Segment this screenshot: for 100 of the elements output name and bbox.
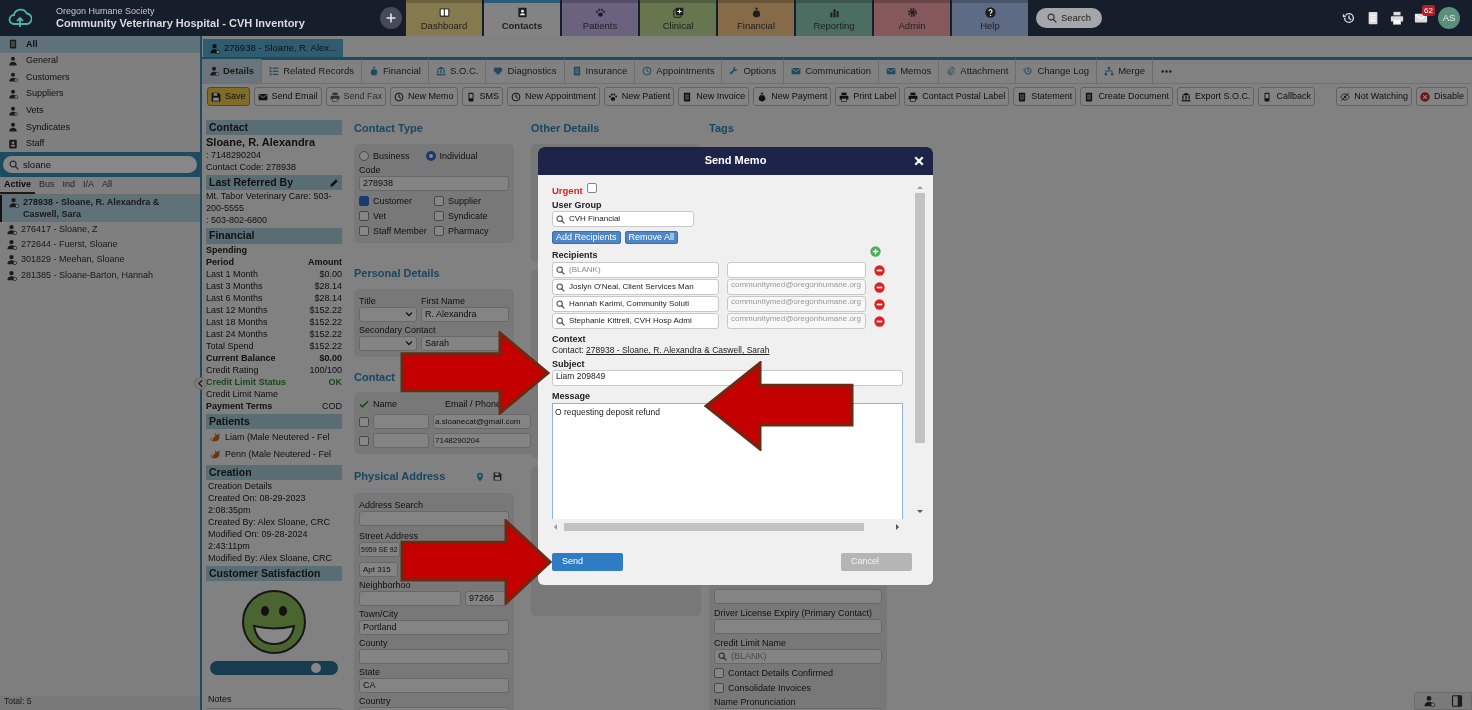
category-item[interactable]: Syndicates [0,118,200,136]
module-tab[interactable]: Admin [874,0,950,36]
email-field[interactable]: communitymed@oregonhumane.org [727,279,866,296]
printer-icon[interactable] [1390,11,1404,25]
neighborhood-field[interactable] [359,591,461,607]
role-checkbox[interactable]: Vet [359,209,434,222]
document-icon[interactable] [1366,11,1380,25]
remove-all-button[interactable]: Remove All [624,231,679,245]
name-field[interactable] [373,414,429,430]
filter-tab[interactable]: Bus [35,177,59,195]
minus-circle-icon[interactable] [874,264,885,276]
date-field[interactable] [714,618,882,634]
toolbar-button[interactable]: Disable [1416,87,1468,107]
contact-list-item[interactable]: 272644 - Fuerst, Sloane [0,237,200,253]
toolbar-button[interactable]: Create Document [1080,87,1173,107]
module-tab[interactable]: Contacts [484,0,560,36]
section-tab[interactable]: Financial [361,59,429,84]
email-field[interactable]: communitymed@oregonhumane.org [727,313,866,330]
message-field[interactable]: O requesting deposit refund [552,402,903,519]
patient-link[interactable]: Liam (Male Neutered - Fel [225,430,330,443]
county-field[interactable] [359,649,509,665]
toolbar-button[interactable]: Send Email [253,87,322,107]
horizontal-scrollbar[interactable] [552,522,902,532]
slider-thumb[interactable] [311,662,322,673]
filter-tab[interactable]: Ind [58,177,80,195]
radio-option[interactable]: Business [359,149,410,162]
email-field[interactable] [727,262,866,279]
category-item[interactable]: All [0,36,200,53]
contact-value-field[interactable]: 7148290204 [433,433,531,449]
minus-circle-icon[interactable] [874,298,885,310]
user-avatar[interactable]: AS [1438,7,1460,29]
module-tab[interactable]: Patients [562,0,638,36]
section-tab[interactable]: Attachment [939,59,1017,84]
module-tab[interactable]: Financial [718,0,794,36]
section-tab[interactable]: Details [202,59,263,84]
toolbar-button[interactable]: Contact Postal Label [904,87,1010,107]
contact-list-item[interactable]: 281385 - Sloane-Barton, Hannah [0,267,200,283]
module-tab[interactable]: Help [952,0,1028,36]
add-recipients-button[interactable]: Add Recipients [552,231,621,245]
credit-limit-field[interactable]: (BLANK) [714,648,882,664]
record-tab[interactable]: 278938 - Sloane, R. Alex... [203,39,344,57]
state-field[interactable]: CA [359,678,509,694]
contact-link[interactable]: 278938 - Sloane, R. Alexandra & Caswell, Sarah [586,345,770,356]
role-checkbox[interactable]: Staff Member [359,224,434,237]
section-tab[interactable]: Related Records [262,59,362,84]
check-icon[interactable] [359,399,369,410]
zip-field[interactable]: 97266 [465,591,509,607]
toolbar-button[interactable]: New Memo [390,87,458,107]
radio-option[interactable]: Individual [425,149,478,162]
user-group-field[interactable]: CVH Financial [552,211,694,228]
satisfaction-slider[interactable] [210,660,338,675]
section-tab[interactable]: Options [722,59,785,84]
panel-icon[interactable] [1451,695,1463,707]
address-search-field[interactable] [359,511,509,527]
vertical-scrollbar[interactable] [915,185,925,515]
user-icon[interactable] [1423,695,1435,707]
pencil-icon[interactable] [329,177,339,188]
toolbar-button[interactable]: New Payment [753,87,832,107]
row-checkbox[interactable] [359,435,369,446]
toolbar-button[interactable]: SMS [461,87,504,107]
module-tab[interactable]: Dashboard [406,0,482,36]
subject-field[interactable]: Liam 209849 [552,370,903,387]
role-checkbox[interactable]: Customer [359,194,434,207]
filter-tab[interactable]: I/A [79,177,99,195]
toolbar-button[interactable]: Not Watching [1336,87,1412,107]
floppy-icon[interactable] [493,472,502,482]
toolbar-button[interactable]: Print Label [835,87,901,107]
text-field[interactable]: R. Alexandra [421,306,509,322]
category-item[interactable]: General [0,52,200,70]
toolbar-button[interactable]: New Patient [603,87,675,107]
filter-tab[interactable]: All [98,177,117,195]
section-tab[interactable]: S.O.C. [428,59,487,84]
role-checkbox[interactable]: Pharmacy [434,224,509,237]
section-tab[interactable]: Communication [784,59,880,84]
section-tab[interactable]: Merge [1097,59,1154,84]
add-button[interactable] [380,7,402,29]
toolbar-button[interactable]: Callback [1258,87,1315,107]
recipient-field[interactable]: Joslyn O'Neal, Client Services Man [552,279,719,296]
name-field[interactable] [373,433,429,449]
category-item[interactable]: Customers [0,69,200,86]
section-tab[interactable]: Appointments [635,59,723,84]
recipient-field[interactable]: Stephanie Kittrell, CVH Hosp Admi [552,313,719,330]
row-checkbox[interactable] [359,416,369,427]
checkbox-option[interactable]: Contact Details Confirmed [714,666,882,679]
toolbar-button[interactable]: Save [207,87,250,107]
toolbar-button[interactable]: New Appointment [507,87,600,107]
search-field[interactable]: sloane [3,156,197,174]
toolbar-button[interactable]: New Invoice [678,87,750,107]
module-tab[interactable]: Clinical [640,0,716,36]
plus-circle-icon[interactable] [870,246,881,258]
minus-circle-icon[interactable] [874,281,885,293]
code-field[interactable]: 278938 [359,175,509,191]
send-button[interactable]: Send [552,553,623,571]
recipient-field[interactable]: Hannah Karimi, Community Soluti [552,296,719,313]
history-icon[interactable] [1342,11,1356,25]
toolbar-button[interactable]: Export S.O.C. [1176,87,1255,107]
section-tab[interactable]: Change Log [1016,59,1098,84]
street-field[interactable]: Apt 315 [359,562,398,578]
category-item[interactable]: Staff [0,135,200,153]
chevron-left-icon[interactable] [194,377,207,390]
